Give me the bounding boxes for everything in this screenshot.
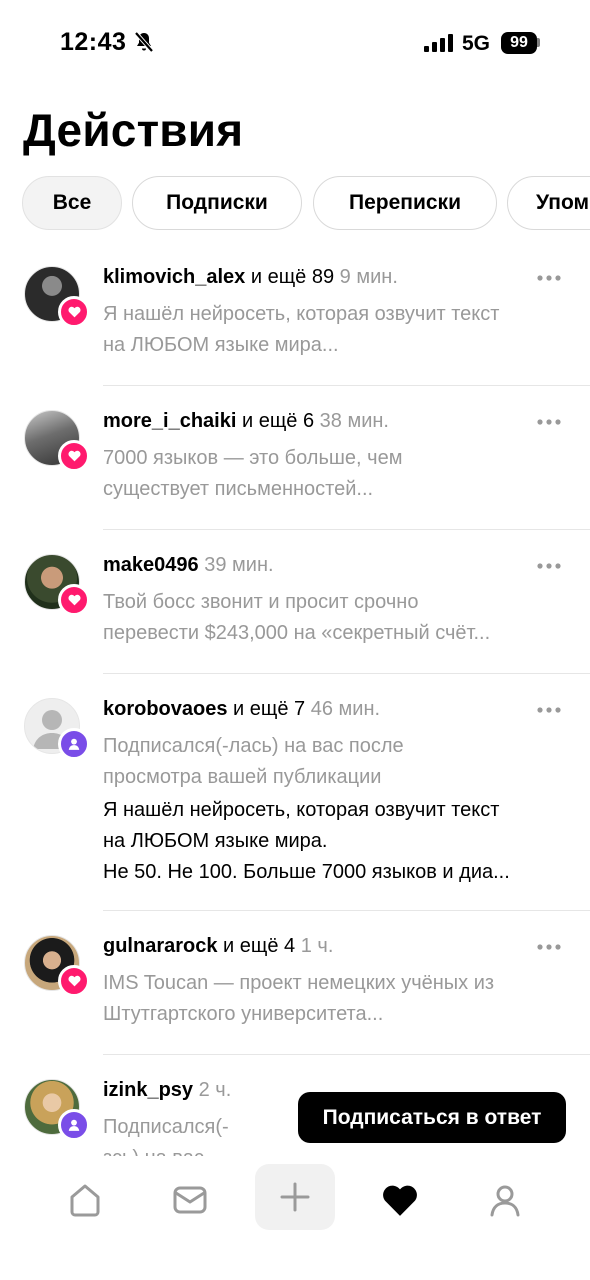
- username[interactable]: more_i_chaiki: [103, 410, 236, 432]
- activity-header: gulnararock и ещё 4 1 ч.: [103, 935, 333, 958]
- text-line: Я нашёл нейросеть, которая озвучит текст: [103, 303, 500, 325]
- activity-text: Я нашёл нейросеть, которая озвучит текст…: [103, 299, 573, 361]
- filter-tabs: Все Подписки Переписки Упом: [22, 176, 590, 232]
- more-options-icon[interactable]: [536, 706, 562, 714]
- username[interactable]: izink_psy: [103, 1079, 193, 1101]
- like-badge-icon: [58, 440, 90, 472]
- activity-text: 7000 языков — это больше, чем существует…: [103, 443, 573, 505]
- activity-text: Твой босс звонит и просит срочно перевес…: [103, 587, 573, 649]
- divider: [103, 529, 590, 530]
- bottom-nav: [0, 1160, 590, 1240]
- activity-text: IMS Toucan — проект немецких учёных из Ш…: [103, 968, 573, 1030]
- text-line: на ЛЮБОМ языке мира.: [103, 830, 328, 852]
- activity-header: izink_psy 2 ч.: [103, 1079, 231, 1102]
- network-label: 5G: [462, 32, 491, 55]
- battery-indicator: 99: [501, 32, 537, 54]
- more-options-icon[interactable]: [536, 418, 562, 426]
- tab-follows[interactable]: Подписки: [132, 176, 302, 230]
- divider: [103, 673, 590, 674]
- tab-mentions[interactable]: Упом: [507, 176, 590, 230]
- avatar[interactable]: [24, 935, 90, 997]
- signal-icon: [424, 34, 453, 52]
- more-options-icon[interactable]: [536, 274, 562, 282]
- text-line: зсь) на вас: [103, 1143, 283, 1156]
- more-options-icon[interactable]: [536, 562, 562, 570]
- time-ago: 46 мин.: [310, 698, 381, 720]
- tab-replies[interactable]: Переписки: [313, 176, 497, 230]
- username[interactable]: gulnararock: [103, 935, 217, 957]
- avatar[interactable]: [24, 266, 90, 328]
- home-icon: [70, 1184, 100, 1217]
- activity-text: Подписался(-лась) на вас после просмотра…: [103, 731, 573, 793]
- username[interactable]: korobovaoes: [103, 698, 227, 720]
- avatar[interactable]: [24, 1079, 90, 1141]
- avatar[interactable]: [24, 698, 90, 760]
- time-ago: 38 мин.: [319, 410, 389, 432]
- time-ago: 39 мин.: [204, 554, 274, 576]
- text-line: Подписался(-: [103, 1116, 229, 1138]
- activity-header: korobovaoes и ещё 7 46 мин.: [103, 698, 380, 721]
- username[interactable]: klimovich_alex: [103, 266, 245, 288]
- like-badge-icon: [58, 965, 90, 997]
- avatar[interactable]: [24, 410, 90, 472]
- follow-badge-icon: [58, 1109, 90, 1141]
- nav-activity[interactable]: [368, 1168, 432, 1232]
- page-title: Действия: [23, 104, 244, 156]
- others-count: и ещё 7: [227, 698, 306, 720]
- tab-all[interactable]: Все: [22, 176, 122, 230]
- nav-home[interactable]: [53, 1168, 117, 1232]
- activity-header: more_i_chaiki и ещё 6 38 мин.: [103, 410, 389, 433]
- activity-text: Подписался(- зсь) на вас: [103, 1112, 283, 1156]
- nav-messages[interactable]: [158, 1168, 222, 1232]
- time-ago: 9 мин.: [339, 266, 398, 288]
- time-ago: 1 ч.: [300, 935, 334, 957]
- activity-list: klimovich_alex и ещё 89 9 мин. Я нашёл н…: [0, 244, 590, 1156]
- battery-cap: [537, 38, 540, 47]
- home-indicator: [0, 1240, 590, 1280]
- text-line: Подписался(-лась) на вас после: [103, 735, 404, 757]
- nav-profile[interactable]: [473, 1168, 537, 1232]
- avatar[interactable]: [24, 554, 90, 616]
- text-line: Не 50. Не 100. Больше 7000 языков и диа.…: [103, 861, 510, 883]
- status-time: 12:43: [60, 28, 127, 56]
- text-line: перевести $243,000 на «секретный счёт...: [103, 622, 491, 644]
- text-line: IMS Toucan — проект немецких учёных из: [103, 972, 495, 994]
- like-badge-icon: [58, 296, 90, 328]
- heart-icon: [383, 1185, 417, 1216]
- profile-icon: [490, 1185, 520, 1217]
- text-line: Твой босс звонит и просит срочно: [103, 591, 419, 613]
- divider: [103, 385, 590, 386]
- follow-back-button[interactable]: Подписаться в ответ: [298, 1092, 566, 1143]
- bell-slash-icon: [134, 31, 154, 53]
- text-line: просмотра вашей публикации: [103, 766, 382, 788]
- others-count: и ещё 6: [236, 410, 315, 432]
- others-count: и ещё 4: [217, 935, 296, 957]
- activity-header: klimovich_alex и ещё 89 9 мин.: [103, 266, 398, 289]
- activity-header: make0496 39 мин.: [103, 554, 274, 577]
- nav-create[interactable]: [255, 1164, 335, 1230]
- text-line: Я нашёл нейросеть, которая озвучит текст: [103, 799, 500, 821]
- text-line: существует письменностей...: [103, 478, 374, 500]
- more-options-icon[interactable]: [536, 943, 562, 951]
- status-bar: 12:43 5G 99: [0, 0, 590, 90]
- create-icon: [280, 1182, 310, 1212]
- others-count: и ещё 89: [245, 266, 335, 288]
- follow-badge-icon: [58, 728, 90, 760]
- like-badge-icon: [58, 584, 90, 616]
- text-line: Штутгартского университета...: [103, 1003, 384, 1025]
- quoted-post-text[interactable]: Я нашёл нейросеть, которая озвучит текст…: [103, 795, 573, 888]
- messages-icon: [173, 1186, 207, 1214]
- divider: [103, 1054, 590, 1055]
- text-line: на ЛЮБОМ языке мира...: [103, 334, 339, 356]
- divider: [103, 910, 590, 911]
- text-line: 7000 языков — это больше, чем: [103, 447, 403, 469]
- username[interactable]: make0496: [103, 554, 199, 576]
- time-ago: 2 ч.: [198, 1079, 232, 1101]
